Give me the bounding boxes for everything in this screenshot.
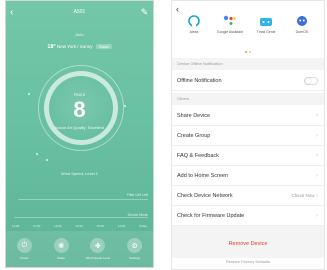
divider	[14, 217, 148, 218]
chevron-right-icon: ›	[316, 112, 318, 119]
mode-label: Auto	[75, 32, 84, 37]
edit-pencil-icon[interactable]: ✎	[140, 7, 149, 18]
decor-dot	[36, 153, 38, 155]
page-indicator	[172, 51, 324, 53]
air-badge: Good	[95, 44, 112, 49]
timeline-tick: 13:00	[96, 224, 105, 228]
check-now-text: Check Now	[291, 192, 315, 198]
mode-icon: ✺	[53, 238, 69, 253]
voice-assistant-row: Alexa Google Assistant Tmall Genie DuerO…	[172, 14, 324, 44]
row-label: Add to Home Screen	[177, 172, 229, 179]
app-dueros[interactable]: DuerOS	[285, 14, 319, 44]
row-label: FAQ & Feedback	[177, 152, 219, 159]
app-label: Tmall Genie	[256, 30, 276, 34]
section-others-header: Others	[172, 93, 324, 105]
row-label: Share Device	[177, 112, 211, 119]
row-label: Check for Firmware Update	[177, 212, 245, 219]
timeline-tick: 11:00	[12, 224, 20, 228]
remove-device-button[interactable]: Remove Device	[172, 241, 324, 247]
outdoor-temp: 18°	[47, 44, 56, 50]
air-quality-text: Indoor Air Quality: Excellent	[54, 125, 105, 130]
share-device-row[interactable]: Share Device ›	[172, 106, 324, 126]
chevron-right-icon: ›	[316, 172, 318, 179]
firmware-update-row[interactable]: Check for Firmware Update ›	[172, 206, 324, 226]
row-label: Check Device Network	[177, 192, 233, 199]
page-dot-active	[245, 51, 247, 53]
app-tmall-genie[interactable]: Tmall Genie	[249, 14, 283, 44]
wind-speed-button-label: Wind Speed Level	[85, 256, 111, 260]
power-button[interactable]: ⏻ Power	[9, 238, 39, 260]
check-device-network-row[interactable]: Check Device Network Check Now ›	[172, 186, 324, 206]
power-icon: ⏻	[16, 238, 32, 253]
app-label: DuerOS	[295, 30, 309, 34]
faq-feedback-row[interactable]: FAQ & Feedback ›	[172, 146, 324, 166]
pm-value: 8	[73, 97, 86, 122]
app-google-assistant[interactable]: Google Assistant	[213, 14, 247, 44]
alexa-icon	[186, 14, 202, 28]
duer-os-icon	[294, 14, 310, 28]
create-group-row[interactable]: Create Group ›	[172, 126, 324, 146]
timeline-tick: 12:00	[54, 224, 62, 228]
fan-icon: ✤	[90, 238, 106, 253]
divider	[18, 199, 148, 200]
weather-line: 18° New York / Sunny Good	[6, 44, 153, 50]
mode-button[interactable]: ✺ Mode	[46, 238, 76, 260]
settings-button[interactable]: ⚙ Settings	[120, 238, 150, 260]
timeline: 11:00 11:30 12:00 12:30 13:00 13:30 Toda…	[12, 224, 147, 230]
add-to-home-screen-row[interactable]: Add to Home Screen ›	[172, 166, 324, 186]
back-arrow-icon[interactable]: ‹	[176, 5, 179, 14]
settings-button-label: Settings	[129, 256, 141, 260]
decor-dot	[46, 159, 48, 161]
power-label: Power	[20, 256, 29, 260]
header: ‹ A501 ✎	[6, 5, 153, 21]
timeline-tick: 12:30	[75, 224, 83, 228]
app-label: Google Assistant	[216, 30, 244, 34]
timeline-tick: 11:30	[33, 224, 41, 228]
purifier-screen: ‹ A501 ✎ Auto 18° New York / Sunny Good …	[5, 0, 154, 268]
chevron-right-icon: ›	[316, 132, 318, 139]
row-right: Check Now ›	[291, 193, 318, 199]
google-assistant-icon	[222, 14, 238, 28]
page-dot	[249, 51, 251, 53]
filter-life-label: Filter Life Left	[126, 193, 148, 197]
chevron-right-icon: ›	[316, 212, 318, 219]
chevron-right-icon: ›	[316, 192, 318, 199]
row-label: Create Group	[177, 132, 211, 139]
wind-speed-button[interactable]: ✤ Wind Speed Level	[83, 238, 113, 260]
chevron-right-icon: ›	[316, 152, 318, 159]
decor-dot	[28, 93, 30, 95]
timeline-tick: Today	[138, 224, 147, 228]
mode-button-label: Mode	[57, 256, 65, 260]
app-label: Alexa	[189, 30, 199, 34]
settings-icon: ⚙	[127, 238, 143, 253]
device-settings-screen: ‹ Alexa Google Assistant Tmall Genie Due…	[171, 0, 325, 270]
restore-factory-defaults-button[interactable]: Restore Factory Defaults	[172, 259, 324, 264]
offline-notification-toggle[interactable]	[304, 76, 318, 85]
row-label: Offline Notification	[177, 77, 222, 84]
control-bar: ⏻ Power ✺ Mode ✤ Wind Speed Level ⚙ Sett…	[6, 231, 153, 267]
tmall-genie-icon	[258, 14, 274, 28]
section-offline-header: Device Offline Notification	[172, 58, 324, 70]
device-title: A501	[73, 9, 86, 15]
decor-dot	[124, 105, 126, 107]
location-weather: New York / Sunny	[57, 44, 93, 49]
offline-notification-row: Offline Notification	[172, 71, 324, 91]
wind-speed: Wind Speed: Level 1	[61, 171, 98, 176]
app-alexa[interactable]: Alexa	[177, 14, 211, 44]
timeline-tick: 13:30	[117, 224, 126, 228]
